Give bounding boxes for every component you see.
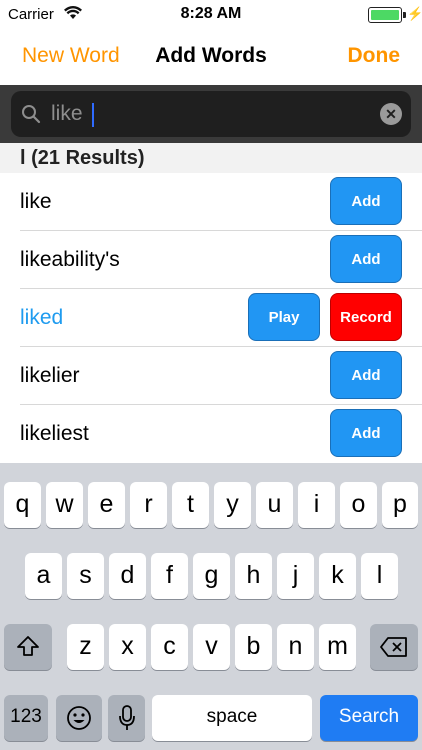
play-button[interactable]: Play — [248, 293, 320, 341]
key-k[interactable]: k — [319, 553, 356, 599]
key-y[interactable]: y — [214, 482, 251, 528]
word-label: likeability's — [20, 248, 120, 271]
key-j[interactable]: j — [277, 553, 314, 599]
add-button[interactable]: Add — [330, 177, 402, 225]
delete-key[interactable] — [370, 624, 418, 670]
status-bar: Carrier 8:28 AM ⚡ — [0, 0, 422, 30]
search-icon — [21, 104, 41, 129]
keyboard: q w e r t y u i o p a s d f g h j k l z … — [0, 463, 422, 750]
backspace-icon — [380, 637, 407, 657]
search-field[interactable]: ✕ — [11, 91, 411, 137]
word-label: likeliest — [20, 422, 89, 445]
key-p[interactable]: p — [382, 482, 418, 528]
record-button[interactable]: Record — [330, 293, 402, 341]
navigation-bar: New Word Add Words Done — [0, 30, 422, 85]
list-item[interactable]: liked Play Record — [20, 289, 422, 347]
battery-icon — [368, 7, 402, 23]
word-label: likelier — [20, 364, 80, 387]
key-v[interactable]: v — [193, 624, 230, 670]
search-bar: ✕ — [0, 85, 422, 143]
add-button[interactable]: Add — [330, 235, 402, 283]
word-label: like — [20, 190, 52, 213]
word-label: liked — [20, 306, 64, 329]
key-l[interactable]: l — [361, 553, 398, 599]
emoji-icon — [67, 706, 91, 730]
microphone-icon — [118, 705, 135, 730]
key-r[interactable]: r — [130, 482, 167, 528]
key-z[interactable]: z — [67, 624, 104, 670]
key-n[interactable]: n — [277, 624, 314, 670]
key-b[interactable]: b — [235, 624, 272, 670]
list-item[interactable]: likelier Add — [20, 347, 422, 405]
key-e[interactable]: e — [88, 482, 125, 528]
space-key[interactable]: space — [152, 695, 312, 741]
list-item[interactable]: likeliest Add — [20, 405, 422, 463]
key-d[interactable]: d — [109, 553, 146, 599]
charging-icon: ⚡ — [407, 6, 422, 21]
key-g[interactable]: g — [193, 553, 230, 599]
key-u[interactable]: u — [256, 482, 293, 528]
clear-icon[interactable]: ✕ — [380, 103, 402, 125]
key-s[interactable]: s — [67, 553, 104, 599]
key-x[interactable]: x — [109, 624, 146, 670]
list-item[interactable]: likeability's Add — [20, 231, 422, 289]
key-c[interactable]: c — [151, 624, 188, 670]
shift-key[interactable] — [4, 624, 52, 670]
key-q[interactable]: q — [4, 482, 41, 528]
add-button[interactable]: Add — [330, 351, 402, 399]
key-i[interactable]: i — [298, 482, 335, 528]
results-list: like Add likeability's Add liked Play Re… — [0, 173, 422, 463]
key-w[interactable]: w — [46, 482, 83, 528]
dictation-key[interactable] — [108, 695, 145, 741]
key-t[interactable]: t — [172, 482, 209, 528]
emoji-key[interactable] — [56, 695, 102, 741]
key-m[interactable]: m — [319, 624, 356, 670]
done-button[interactable]: Done — [348, 44, 401, 68]
search-key[interactable]: Search — [320, 695, 418, 741]
battery-tip — [403, 12, 406, 18]
numbers-key[interactable]: 123 — [4, 695, 48, 741]
search-input[interactable] — [51, 99, 371, 129]
key-a[interactable]: a — [25, 553, 62, 599]
add-button[interactable]: Add — [330, 409, 402, 457]
list-item[interactable]: like Add — [20, 173, 422, 231]
text-cursor — [92, 103, 94, 127]
key-h[interactable]: h — [235, 553, 272, 599]
key-o[interactable]: o — [340, 482, 377, 528]
section-header: l (21 Results) — [0, 143, 422, 173]
clock: 8:28 AM — [180, 5, 242, 22]
key-f[interactable]: f — [151, 553, 188, 599]
shift-icon — [17, 636, 39, 656]
